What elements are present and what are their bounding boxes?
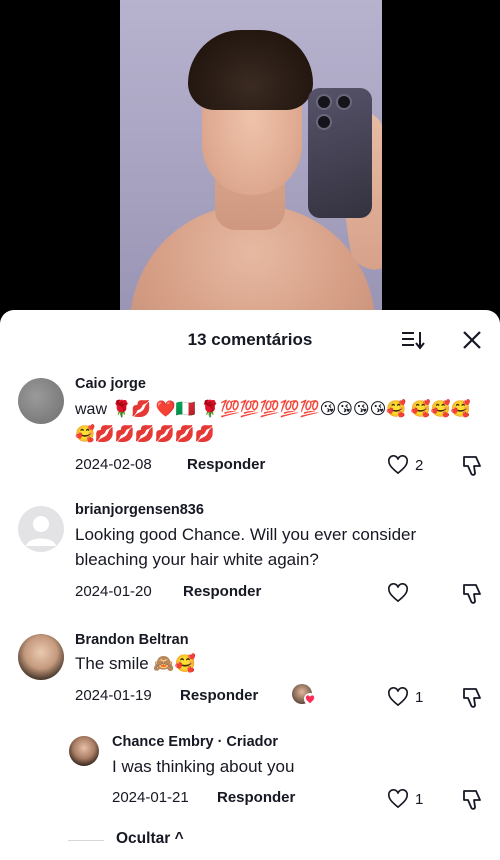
camera-lens xyxy=(316,114,332,130)
reply-date: 2024-01-21 xyxy=(112,789,189,806)
camera-lens xyxy=(316,94,332,110)
heart-icon xyxy=(388,687,408,707)
default-avatar-icon xyxy=(26,516,56,546)
heart-icon xyxy=(388,455,408,475)
comments-header: 13 comentários xyxy=(0,310,500,368)
avatar[interactable] xyxy=(18,634,64,680)
reply-button[interactable]: Responder xyxy=(187,456,265,473)
heart-icon xyxy=(388,583,408,603)
heart-icon xyxy=(388,789,408,809)
video-subject-phone xyxy=(308,88,372,218)
comment-date: 2024-01-20 xyxy=(75,583,152,600)
like-button[interactable] xyxy=(387,581,415,605)
like-button[interactable]: 1 xyxy=(387,787,423,811)
comment-item: Caio jorge waw 🌹💋 ❤️🇮🇹 🌹💯💯💯💯💯😘😘😘😘🥰 🥰🥰🥰🥰💋… xyxy=(0,370,500,480)
like-count: 1 xyxy=(415,790,424,808)
comment-username[interactable]: brianjorgensen836 xyxy=(75,502,204,518)
comment-username[interactable]: Brandon Beltran xyxy=(75,632,189,648)
comment-text: The smile 🙈🥰 xyxy=(75,654,196,673)
like-button[interactable]: 1 xyxy=(387,685,423,709)
reply-item: Chance Embry · Criador I was thinking ab… xyxy=(0,730,500,820)
dislike-icon[interactable] xyxy=(460,581,486,607)
comment-text: Looking good Chance. Will you ever consi… xyxy=(75,525,417,569)
reply-button[interactable]: Responder xyxy=(217,789,295,806)
dislike-icon[interactable] xyxy=(460,787,486,813)
avatar[interactable] xyxy=(18,506,64,552)
heart-icon xyxy=(305,694,315,703)
comments-sheet: 13 comentários Caio jorge waw 🌹💋 ❤️🇮🇹 🌹💯… xyxy=(0,310,500,860)
divider xyxy=(68,840,104,841)
hide-replies-row: Ocultar ^ xyxy=(68,828,268,854)
comment-item: Brandon Beltran The smile 🙈🥰 2024-01-19 … xyxy=(0,626,500,726)
reply-text: I was thinking about you xyxy=(112,757,295,776)
dislike-icon[interactable] xyxy=(460,453,486,479)
avatar[interactable] xyxy=(18,378,64,424)
reply-button[interactable]: Responder xyxy=(183,583,261,600)
comment-date: 2024-02-08 xyxy=(75,456,152,473)
comment-text: waw 🌹💋 ❤️🇮🇹 🌹💯💯💯💯💯😘😘😘😘🥰 🥰🥰🥰🥰💋💋💋💋💋💋 xyxy=(75,401,471,443)
creator-liked-badge xyxy=(292,684,316,708)
like-button[interactable]: 2 xyxy=(387,453,423,477)
dislike-icon[interactable] xyxy=(460,685,486,711)
comment-date: 2024-01-19 xyxy=(75,687,152,704)
sort-icon[interactable] xyxy=(400,329,426,351)
comment-username[interactable]: Caio jorge xyxy=(75,376,146,392)
like-count: 2 xyxy=(415,456,424,474)
reply-button[interactable]: Responder xyxy=(180,687,258,704)
comment-item: brianjorgensen836 Looking good Chance. W… xyxy=(0,498,500,608)
avatar[interactable] xyxy=(69,736,99,766)
camera-lens xyxy=(336,94,352,110)
video-subject-hair xyxy=(188,30,313,110)
hide-replies-button[interactable]: Ocultar ^ xyxy=(116,830,184,848)
close-icon[interactable] xyxy=(461,329,483,351)
video-frame xyxy=(120,0,382,330)
reply-username[interactable]: Chance Embry · Criador xyxy=(112,734,278,750)
like-count: 1 xyxy=(415,688,424,706)
video-player[interactable] xyxy=(0,0,500,330)
